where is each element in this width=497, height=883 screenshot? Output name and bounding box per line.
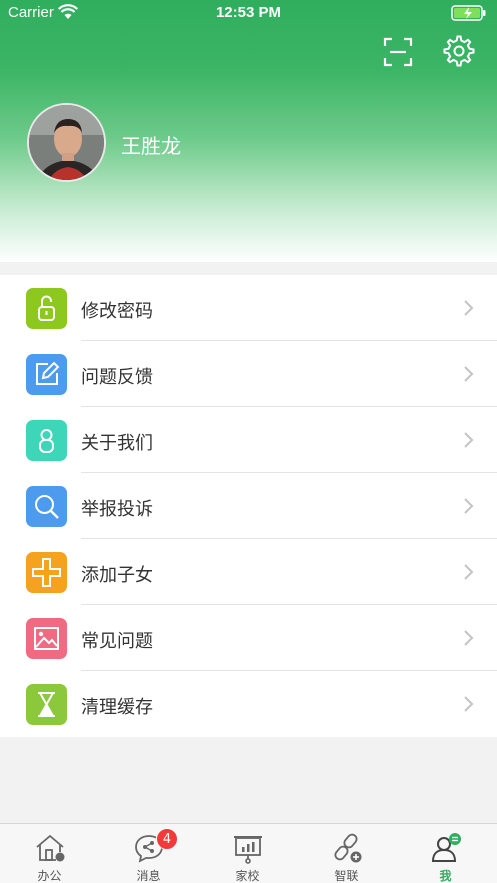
unlock-icon <box>26 288 67 329</box>
tab-home-school[interactable]: 家校 <box>198 824 297 883</box>
chevron-right-icon <box>464 432 474 448</box>
gear-icon[interactable] <box>443 35 475 67</box>
edit-icon <box>26 354 67 395</box>
menu-item-change-password[interactable]: 修改密码 <box>0 275 497 341</box>
chevron-right-icon <box>464 696 474 712</box>
chevron-right-icon <box>464 630 474 646</box>
menu-item-label: 修改密码 <box>81 301 153 322</box>
home-icon <box>36 834 65 862</box>
person-icon <box>26 420 67 461</box>
tab-smart-link[interactable]: 智联 <box>297 824 396 883</box>
plus-icon <box>26 552 67 593</box>
status-bar: Carrier 12:53 PM <box>0 0 497 26</box>
tab-label: 办公 <box>37 869 62 883</box>
tab-label: 智联 <box>334 869 359 883</box>
tab-label: 消息 <box>136 869 161 883</box>
profile-header: Carrier 12:53 PM 王胜龙 <box>0 0 497 262</box>
chevron-right-icon <box>464 498 474 514</box>
username: 王胜龙 <box>121 134 181 158</box>
avatar-photo <box>29 105 104 180</box>
hourglass-icon <box>26 684 67 725</box>
battery-icon <box>451 5 486 21</box>
menu-item-feedback[interactable]: 问题反馈 <box>0 341 497 407</box>
menu-item-report-complaint[interactable]: 举报投诉 <box>0 473 497 539</box>
menu-item-label: 常见问题 <box>81 631 153 652</box>
tab-bar: 办公 4 消息 家校 智联 我 <box>0 823 497 883</box>
link-icon <box>334 833 362 863</box>
profile-icon <box>431 833 461 862</box>
menu-item-label: 添加子女 <box>81 565 153 586</box>
menu-item-faq[interactable]: 常见问题 <box>0 605 497 671</box>
menu-item-label: 问题反馈 <box>81 367 153 388</box>
image-icon <box>26 618 67 659</box>
menu-item-label: 关于我们 <box>81 433 153 454</box>
clock: 12:53 PM <box>215 4 282 21</box>
unread-badge: 4 <box>156 828 178 850</box>
menu-item-label: 举报投诉 <box>81 499 153 520</box>
search-icon <box>26 486 67 527</box>
chevron-right-icon <box>464 300 474 316</box>
chevron-right-icon <box>464 564 474 580</box>
menu-item-label: 清理缓存 <box>81 697 153 718</box>
avatar[interactable] <box>27 103 106 182</box>
menu-item-add-child[interactable]: 添加子女 <box>0 539 497 605</box>
chevron-right-icon <box>464 366 474 382</box>
tab-messages[interactable]: 4 消息 <box>99 824 198 883</box>
board-icon <box>234 836 262 864</box>
menu-item-clear-cache[interactable]: 清理缓存 <box>0 671 497 737</box>
settings-menu: 修改密码 问题反馈 关于我们 举报投诉 添加子女 常见问题 清理缓存 <box>0 275 497 737</box>
tab-office[interactable]: 办公 <box>0 824 99 883</box>
tab-label: 家校 <box>235 869 260 883</box>
tab-me[interactable]: 我 <box>396 824 495 883</box>
tab-label: 我 <box>439 869 452 883</box>
menu-item-about-us[interactable]: 关于我们 <box>0 407 497 473</box>
scan-icon[interactable] <box>382 36 414 68</box>
